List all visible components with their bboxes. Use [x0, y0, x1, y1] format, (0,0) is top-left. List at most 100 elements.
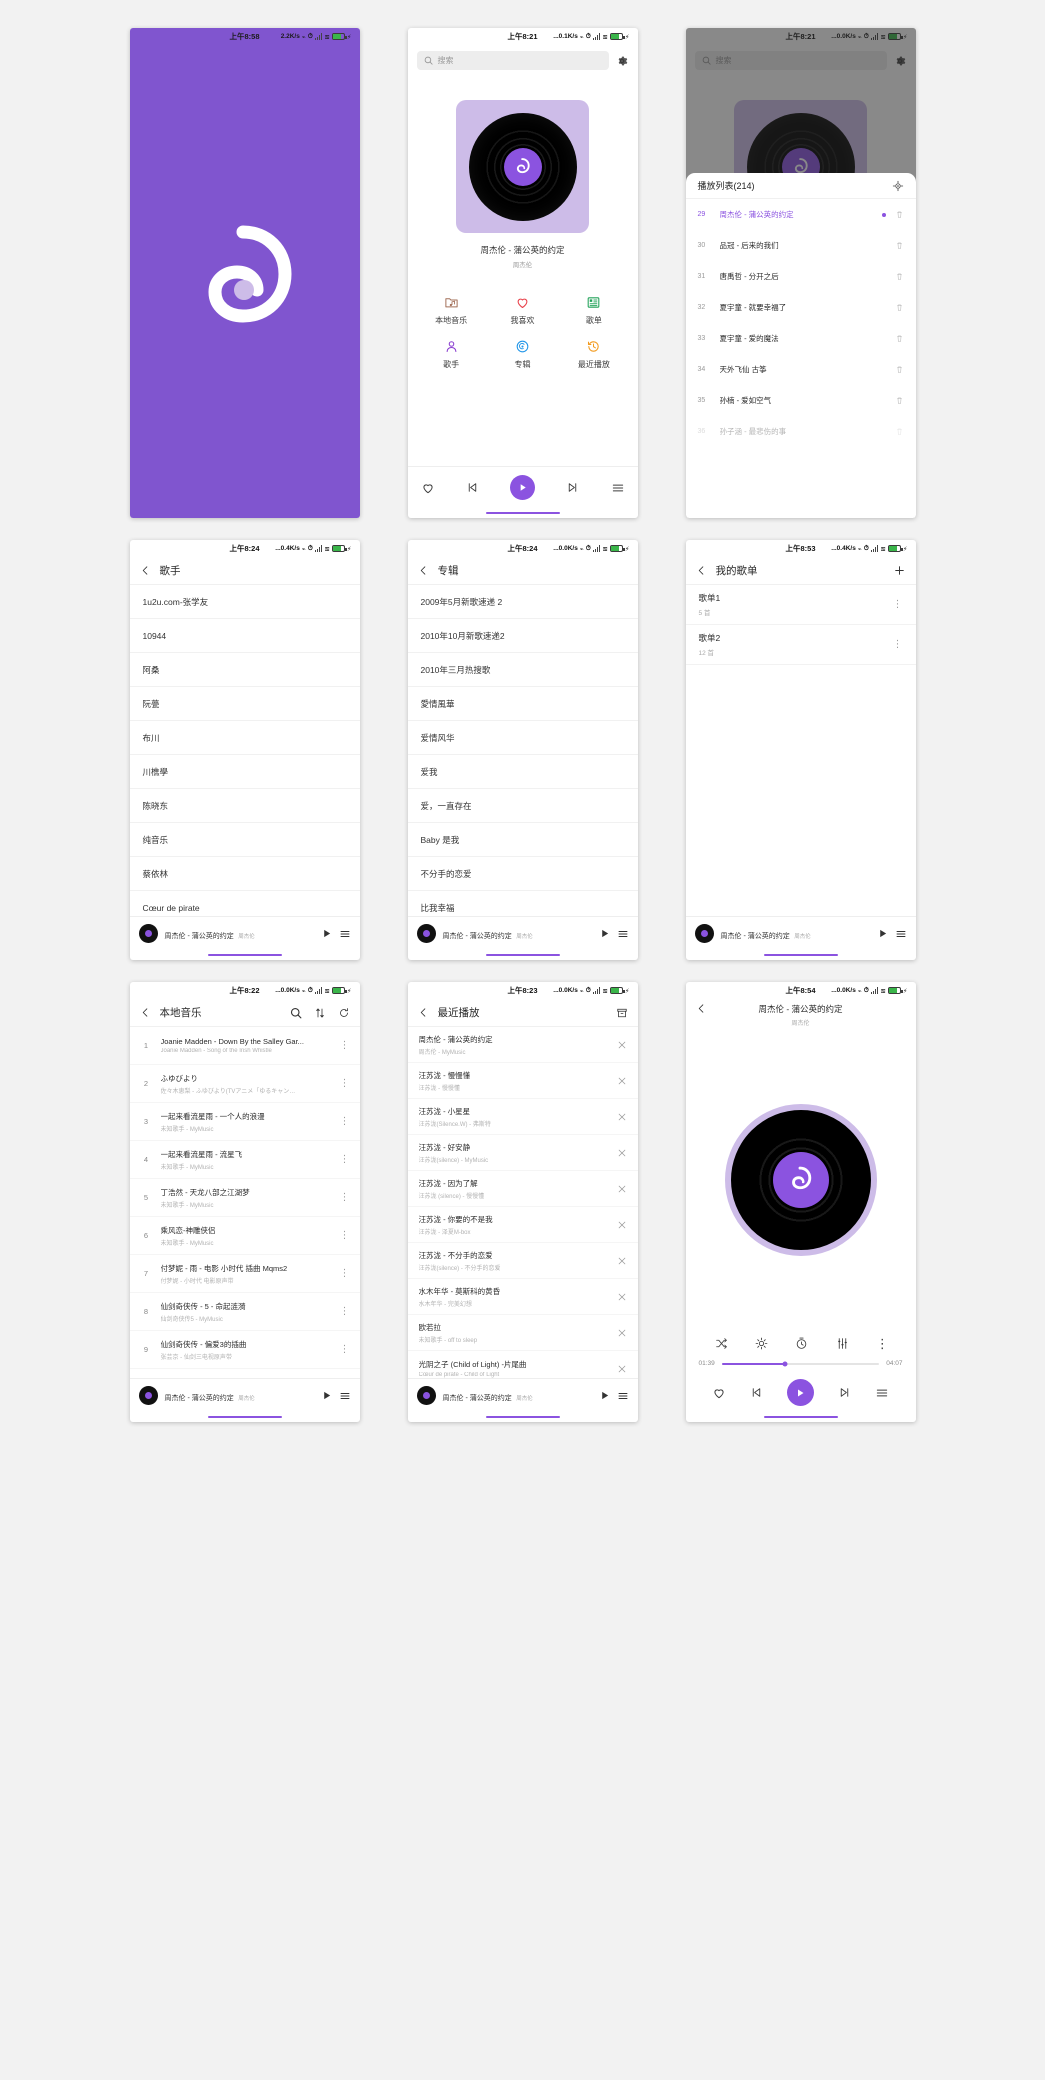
- heart-icon[interactable]: [421, 481, 435, 495]
- play-button[interactable]: [786, 1379, 814, 1406]
- chevron-left-icon[interactable]: [140, 565, 151, 576]
- list-item[interactable]: 10944: [129, 619, 360, 653]
- list-item[interactable]: 阿桑: [129, 653, 360, 687]
- delete-icon[interactable]: [895, 365, 904, 374]
- song-row[interactable]: 汪苏泷 - 你要的不是我 汪苏泷 - 泽夏M-box: [407, 1207, 638, 1243]
- more-icon[interactable]: ⋮: [340, 1078, 350, 1088]
- list-item[interactable]: 歌单1 5 首 ⋮: [685, 585, 916, 625]
- song-row[interactable]: 1 Joanie Madden - Down By the Salley Gar.…: [129, 1027, 360, 1065]
- feature-artists[interactable]: 歌手: [416, 339, 487, 370]
- mini-player[interactable]: 周杰伦 - 蒲公英的约定 周杰伦: [685, 916, 916, 950]
- list-item[interactable]: 爱，一直存在: [407, 789, 638, 823]
- close-icon[interactable]: [617, 1292, 627, 1302]
- list-item[interactable]: 2010年三月热搜歌: [407, 653, 638, 687]
- more-icon[interactable]: ⋮: [340, 1306, 350, 1316]
- chevron-left-icon[interactable]: [696, 1003, 707, 1014]
- plus-icon[interactable]: [893, 564, 906, 577]
- song-row[interactable]: 水木年华 - 莫斯科的黄昏 水木年华 - 完美幻想: [407, 1279, 638, 1315]
- playlist-row[interactable]: 36 孙子涵 - 最悲伤的事: [686, 416, 916, 447]
- delete-icon[interactable]: [895, 303, 904, 312]
- close-icon[interactable]: [617, 1328, 627, 1338]
- queue-icon[interactable]: [339, 928, 351, 940]
- more-icon[interactable]: ⋮: [340, 1192, 350, 1202]
- list-item[interactable]: 比我幸福: [408, 891, 638, 916]
- list-item[interactable]: 爱情风华: [407, 721, 638, 755]
- queue-icon[interactable]: [339, 1390, 351, 1402]
- more-icon[interactable]: ⋮: [893, 599, 903, 609]
- sort-icon[interactable]: [314, 1007, 326, 1019]
- close-icon[interactable]: [617, 1364, 627, 1374]
- playlist-row[interactable]: 32 夏宇童 - 就要幸福了: [686, 292, 916, 323]
- mini-player[interactable]: 周杰伦 - 蒲公英的约定 周杰伦: [407, 1378, 638, 1412]
- list-item[interactable]: 蔡依林: [129, 857, 360, 891]
- mini-player[interactable]: 周杰伦 - 蒲公英的约定 周杰伦: [129, 1378, 360, 1412]
- more-icon[interactable]: ⋮: [340, 1116, 350, 1126]
- close-icon[interactable]: [617, 1220, 627, 1230]
- delete-icon[interactable]: [895, 241, 904, 250]
- song-row[interactable]: 9 仙剑奇侠传 - 偏爱3的插曲 张芸京 - 仙剑三电视原声带 ⋮: [129, 1331, 360, 1369]
- more-icon[interactable]: ⋮: [340, 1344, 350, 1354]
- song-row[interactable]: 周杰伦 - 蒲公英的约定 周杰伦 - MyMusic: [407, 1027, 638, 1063]
- song-row[interactable]: 10仙剑奇侠传 - 命起涟漪仙剑奇侠传5 - MyMusic⋮: [130, 1369, 360, 1379]
- more-icon[interactable]: ⋮: [340, 1230, 350, 1240]
- song-row[interactable]: 光阴之子 (Child of Light) -片尾曲 Cœur de pirate…: [408, 1351, 638, 1378]
- song-row[interactable]: 6 乘风恋-神雕侠侣 未知歌手 - MyMusic ⋮: [129, 1217, 360, 1255]
- feature-recent[interactable]: 最近播放: [558, 339, 629, 370]
- song-row[interactable]: 汪苏泷 - 不分手的恋爱 汪苏泷(silence) - 不分手的恋爱: [407, 1243, 638, 1279]
- queue-icon[interactable]: [617, 928, 629, 940]
- list-item[interactable]: 歌单2 12 首 ⋮: [685, 625, 916, 665]
- player-album-art[interactable]: [686, 1031, 916, 1329]
- close-icon[interactable]: [617, 1112, 627, 1122]
- play-icon[interactable]: [321, 928, 332, 939]
- list-item[interactable]: 阮甍: [129, 687, 360, 721]
- list-item[interactable]: 陈晓东: [129, 789, 360, 823]
- queue-icon[interactable]: [895, 928, 907, 940]
- play-icon[interactable]: [877, 928, 888, 939]
- song-row[interactable]: 2 ふゆびより 佐々木恵梨 - ふゆびより(TVアニメ「ゆるキャン… ⋮: [129, 1065, 360, 1103]
- search-icon[interactable]: [290, 1007, 302, 1019]
- list-item[interactable]: 2010年10月新歌速递2: [407, 619, 638, 653]
- feature-favorites[interactable]: 我喜欢: [487, 295, 558, 326]
- play-icon[interactable]: [321, 1390, 332, 1401]
- delete-icon[interactable]: [895, 427, 904, 436]
- chevron-left-icon[interactable]: [418, 565, 429, 576]
- list-item[interactable]: Cœur de pirate: [130, 891, 360, 916]
- brightness-icon[interactable]: [755, 1337, 768, 1350]
- more-icon[interactable]: ⋮: [876, 1337, 889, 1350]
- play-icon[interactable]: [599, 928, 610, 939]
- search-input[interactable]: 搜索: [416, 51, 609, 70]
- song-row[interactable]: 汪苏泷 - 小星星 汪苏泷(Silence.W) - 弗斯特: [407, 1099, 638, 1135]
- chevron-left-icon[interactable]: [696, 565, 707, 576]
- song-row[interactable]: 汪苏泷 - 慢慢懂 汪苏泷 - 慢慢懂: [407, 1063, 638, 1099]
- list-item[interactable]: 愛情風華: [407, 687, 638, 721]
- chevron-left-icon[interactable]: [140, 1007, 151, 1018]
- close-icon[interactable]: [617, 1040, 627, 1050]
- song-row[interactable]: 汪苏泷 - 因为了解 汪苏泷 (silence) - 慢慢懂: [407, 1171, 638, 1207]
- queue-icon[interactable]: [611, 481, 625, 495]
- song-row[interactable]: 汪苏泷 - 好安静 汪苏泷(silence) - MyMusic: [407, 1135, 638, 1171]
- song-row[interactable]: 3 一起来看流星雨 - 一个人的浪漫 未知歌手 - MyMusic ⋮: [129, 1103, 360, 1141]
- mini-player[interactable]: 周杰伦 - 蒲公英的约定 周杰伦: [407, 916, 638, 950]
- playlist-row[interactable]: 35 孙楠 - 爱如空气: [686, 385, 916, 416]
- heart-icon[interactable]: [712, 1386, 726, 1400]
- next-icon[interactable]: [566, 481, 579, 494]
- play-icon[interactable]: [599, 1390, 610, 1401]
- list-item[interactable]: 布川: [129, 721, 360, 755]
- delete-icon[interactable]: [895, 210, 904, 219]
- album-art[interactable]: [456, 100, 589, 233]
- progress-slider[interactable]: [721, 1361, 880, 1366]
- delete-icon[interactable]: [895, 334, 904, 343]
- list-item[interactable]: 2009年5月新歌速递 2: [407, 585, 638, 619]
- more-icon[interactable]: ⋮: [893, 639, 903, 649]
- close-icon[interactable]: [617, 1184, 627, 1194]
- feature-albums[interactable]: 专辑: [487, 339, 558, 370]
- list-item[interactable]: Baby 是我: [407, 823, 638, 857]
- play-button[interactable]: [510, 475, 535, 500]
- playlist-row[interactable]: 31 唐禹哲 - 分开之后: [686, 261, 916, 292]
- more-icon[interactable]: ⋮: [340, 1268, 350, 1278]
- timer-icon[interactable]: [795, 1337, 808, 1350]
- more-icon[interactable]: ⋮: [340, 1154, 350, 1164]
- next-icon[interactable]: [838, 1386, 851, 1399]
- mini-player[interactable]: 周杰伦 - 蒲公英的约定 周杰伦: [129, 916, 360, 950]
- song-row[interactable]: 4 一起来看流星雨 - 流星飞 未知歌手 - MyMusic ⋮: [129, 1141, 360, 1179]
